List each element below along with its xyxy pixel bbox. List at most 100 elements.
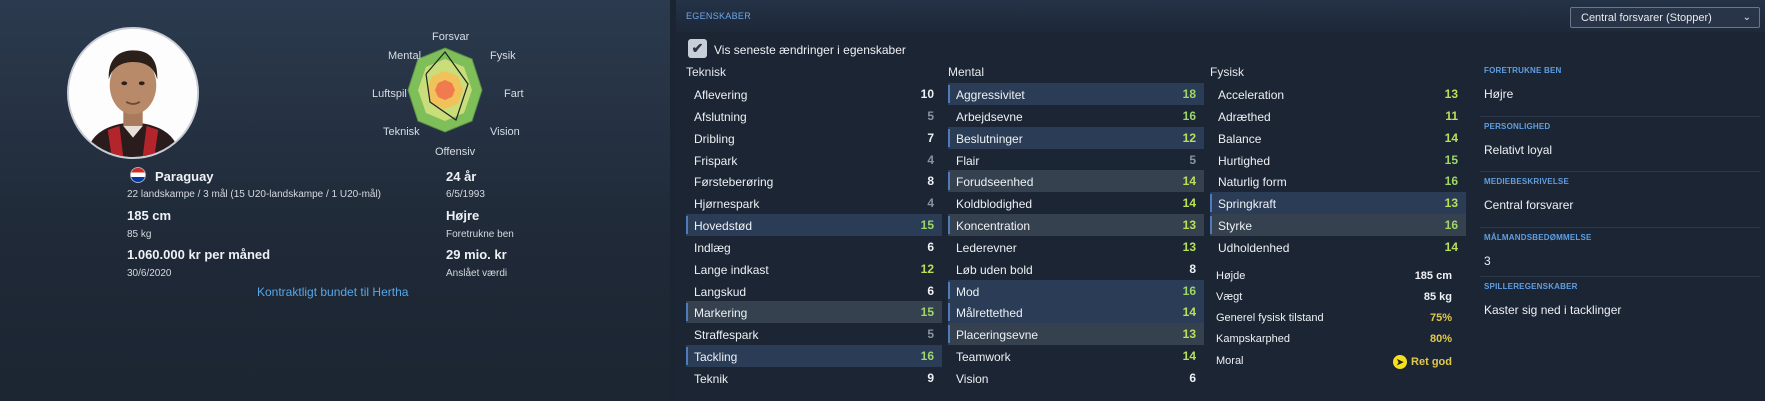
attribute-value: 13	[1444, 87, 1458, 101]
attribute-value: 11	[1445, 108, 1458, 123]
attribute-row[interactable]: Hjørnespark 4	[686, 192, 942, 214]
attribute-name: Mod	[956, 284, 980, 299]
attribute-row[interactable]: Forudseenhed 14	[948, 170, 1204, 193]
attribute-value: 16	[1444, 174, 1458, 189]
paraguay-flag-icon	[130, 167, 146, 183]
physical-info-row: Generel fysisk tilstand 75%	[1216, 312, 1460, 324]
radar-label-fysik: Fysik	[490, 50, 516, 62]
attribute-row[interactable]: Koldblodighed 14	[948, 192, 1204, 214]
attribute-row[interactable]: Straffespark 5	[686, 323, 942, 345]
radar-core	[435, 80, 455, 100]
birth-date: 6/5/1993	[446, 189, 485, 200]
trait-heading: MÅLMANDSBEDØMMELSE	[1484, 233, 1592, 242]
attribute-row[interactable]: Springkraft 13	[1210, 192, 1466, 215]
nation-name[interactable]: Paraguay	[155, 169, 214, 184]
physical-info-label: Højde	[1216, 270, 1246, 282]
attribute-column-teknisk: Aflevering 10 Afslutning 5 Dribling 7 Frispark…	[686, 83, 942, 389]
attribute-name: Frispark	[694, 153, 738, 168]
attribute-row[interactable]: Indlæg 6	[686, 236, 942, 258]
attribute-row[interactable]: Beslutninger 12	[948, 126, 1204, 149]
attribute-row[interactable]: Teknik 9	[686, 367, 942, 389]
physical-info-row: Vægt 85 kg	[1216, 291, 1460, 303]
attribute-name: Dribling	[694, 131, 735, 146]
attributes-title: EGENSKABER	[686, 11, 752, 21]
column-title-teknisk: Teknisk	[686, 65, 727, 79]
attribute-name: Vision	[956, 371, 989, 386]
show-changes-checkbox[interactable]: ✔	[688, 39, 707, 58]
attribute-row[interactable]: Arbejdsevne 16	[948, 105, 1204, 127]
player-weight: 85 kg	[127, 229, 152, 240]
attribute-value: 15	[1444, 152, 1458, 167]
attribute-name: Adræthed	[1218, 109, 1271, 124]
attribute-value: 15	[920, 305, 934, 320]
attribute-value: 13	[1182, 327, 1196, 342]
physical-info-label: Vægt	[1216, 291, 1243, 303]
attribute-name: Teamwork	[956, 350, 1011, 365]
attribute-name: Flair	[956, 153, 980, 168]
attribute-name: Teknik	[694, 371, 729, 386]
attribute-row[interactable]: Styrke 16	[1210, 214, 1466, 236]
physical-info-value: 75%	[1429, 312, 1452, 324]
attribute-row[interactable]: Placeringsevne 13	[948, 323, 1204, 346]
trait-value: Relativt loyal	[1484, 143, 1553, 157]
attribute-value: 12	[1182, 130, 1196, 145]
attribute-row[interactable]: Hurtighed 15	[1210, 149, 1466, 171]
international-caps: 22 landskampe / 3 mål (15 U20-landskampe…	[127, 189, 382, 200]
attribute-value: 12	[920, 261, 934, 276]
attribute-row[interactable]: Teamwork 14	[948, 345, 1204, 367]
attribute-name: Springkraft	[1218, 197, 1277, 212]
attribute-value: 5	[1189, 152, 1196, 167]
attribute-value: 13	[1182, 218, 1196, 233]
attribute-row[interactable]: Lange indkast 12	[686, 258, 942, 280]
attribute-value: 5	[927, 108, 934, 123]
preferred-foot: Højre	[446, 208, 480, 223]
attribute-row[interactable]: Frispark 4	[686, 149, 942, 171]
attribute-row[interactable]: Flair 5	[948, 149, 1204, 171]
attribute-row[interactable]: Udholdenhed 14	[1210, 236, 1466, 258]
attribute-name: Koncentration	[956, 219, 1031, 234]
attribute-name: Balance	[1218, 131, 1262, 146]
attribute-row[interactable]: Løb uden bold 8	[948, 258, 1204, 280]
attribute-name: Placeringsevne	[956, 328, 1039, 343]
moral-arrow-icon: ➤	[1393, 355, 1408, 369]
divider	[1480, 116, 1760, 117]
attribute-row[interactable]: Tackling 16	[686, 345, 942, 367]
physical-info-value: 80%	[1429, 333, 1452, 345]
attribute-row[interactable]: Balance 14	[1210, 127, 1466, 149]
attribute-row[interactable]: Målrettethed 14	[948, 301, 1204, 324]
attribute-row[interactable]: Koncentration 13	[948, 214, 1204, 236]
attribute-name: Aggressivitet	[956, 88, 1025, 102]
show-changes-label[interactable]: Vis seneste ændringer i egenskaber	[714, 43, 906, 57]
attribute-row[interactable]: Mod 16	[948, 279, 1204, 302]
column-title-mental: Mental	[948, 65, 985, 79]
estimated-value-label: Anslået værdi	[446, 268, 508, 279]
attribute-row[interactable]: Langskud 6	[686, 280, 942, 302]
attribute-row[interactable]: Dribling 7	[686, 127, 942, 149]
attribute-value: 16	[1182, 283, 1196, 298]
radar-label-mental: Mental	[388, 50, 422, 62]
attribute-row[interactable]: Markering 15	[686, 301, 942, 324]
attribute-row[interactable]: Lederevner 13	[948, 236, 1204, 258]
attribute-row[interactable]: Afslutning 5	[686, 105, 942, 127]
attribute-row[interactable]: Vision 6	[948, 367, 1204, 389]
divider	[1480, 227, 1760, 228]
attribute-value: 13	[1182, 239, 1196, 254]
attribute-row[interactable]: Førsteberøring 8	[686, 170, 942, 192]
attribute-row[interactable]: Acceleration 13	[1210, 83, 1466, 105]
attribute-row[interactable]: Aflevering 10	[686, 83, 942, 105]
attribute-row[interactable]: Hovedstød 15	[686, 214, 942, 236]
attribute-value: 14	[1182, 349, 1196, 364]
role-select-dropdown[interactable]: Central forsvarer (Stopper) ⌄	[1570, 7, 1760, 28]
attribute-value: 10	[920, 87, 934, 101]
trait-value: Højre	[1484, 87, 1514, 101]
attribute-name: Aflevering	[694, 88, 748, 102]
attribute-row[interactable]: Naturlig form 16	[1210, 170, 1466, 192]
attribute-row[interactable]: Aggressivitet 18	[948, 83, 1204, 105]
player-overview-panel: Forsvar Fysik Fart Vision Offensiv Tekni…	[0, 0, 670, 401]
attribute-column-fysisk: Acceleration 13 Adræthed 11 Balance 14 Hurtigh…	[1210, 83, 1466, 258]
attribute-row[interactable]: Adræthed 11	[1210, 105, 1466, 127]
attribute-value: 8	[1189, 261, 1196, 276]
attribute-name: Beslutninger	[956, 131, 1023, 146]
contract-club-link[interactable]: Kontraktligt bundet til Hertha	[257, 285, 408, 299]
attributes-header: EGENSKABER Central forsvarer (Stopper) ⌄	[676, 0, 1765, 32]
